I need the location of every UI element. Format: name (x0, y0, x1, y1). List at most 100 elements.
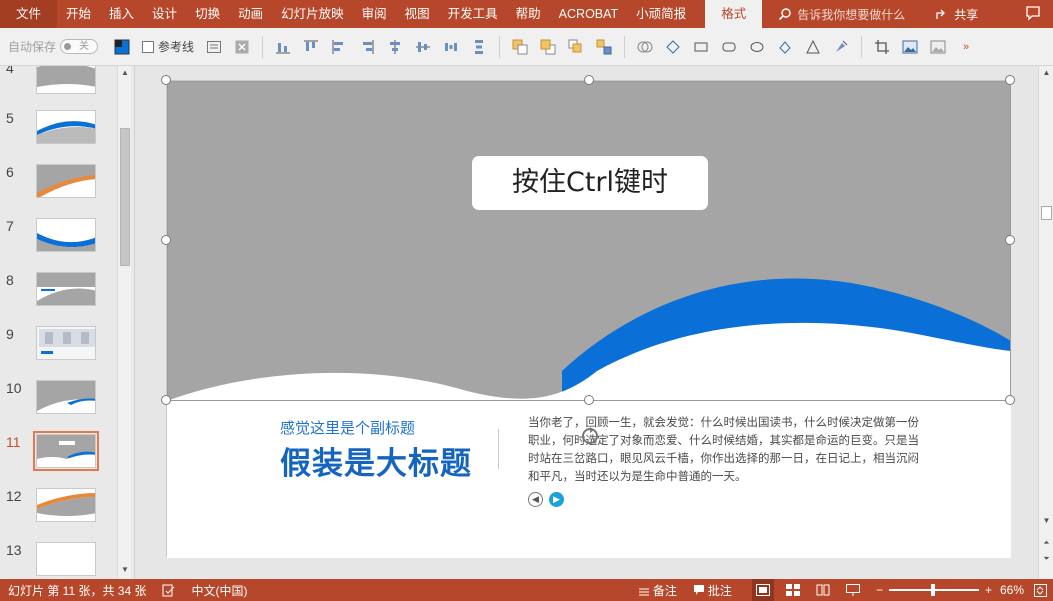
oval-button[interactable] (747, 37, 767, 57)
scroll-thumb[interactable] (1041, 206, 1052, 220)
thumbnail-slide-9[interactable]: 9 (0, 326, 115, 380)
spelling-icon[interactable] (162, 584, 175, 597)
notes-button[interactable]: 备注 (638, 582, 677, 599)
format-painter-button[interactable] (831, 37, 851, 57)
resize-handle[interactable] (1005, 395, 1015, 405)
tab-slideshow[interactable]: 幻灯片放映 (272, 0, 353, 28)
slideshow-button[interactable] (842, 579, 864, 601)
selection-pane-button[interactable] (204, 37, 224, 57)
distribute-v-button[interactable] (469, 37, 489, 57)
align-left-button[interactable] (329, 37, 349, 57)
resize-handle[interactable] (584, 395, 594, 405)
resize-handle[interactable] (1005, 75, 1015, 85)
shape-fill-button[interactable] (775, 37, 795, 57)
theme-color-button[interactable] (112, 37, 132, 57)
close-box-button[interactable] (232, 37, 252, 57)
reading-view-button[interactable] (812, 579, 834, 601)
crop-button[interactable] (872, 37, 892, 57)
slide-title[interactable]: 假装是大标题 (280, 438, 472, 483)
thumbnail-image (36, 272, 96, 306)
edit-shape-button[interactable] (663, 37, 683, 57)
zoom-in-button[interactable]: + (985, 583, 992, 597)
next-arrow-icon[interactable]: ▶ (549, 492, 564, 507)
thumbnail-scrollbar[interactable]: ▲ ▼ (117, 66, 131, 579)
pane-icon (207, 40, 222, 53)
sorter-view-button[interactable] (782, 579, 804, 601)
tab-insert[interactable]: 插入 (100, 0, 143, 28)
resize-handle[interactable] (161, 395, 171, 405)
fit-slide-button[interactable] (1034, 583, 1047, 597)
share-button[interactable]: 共享 (935, 6, 978, 23)
zoom-level[interactable]: 66% (1000, 583, 1024, 597)
prev-arrow-icon[interactable]: ◀ (528, 492, 543, 507)
align-bottom-button[interactable] (273, 37, 293, 57)
thumbnail-slide-12[interactable]: 12 (0, 488, 115, 542)
align-right-button[interactable] (357, 37, 377, 57)
more-button[interactable]: » (956, 37, 976, 57)
thumbnail-slide-6[interactable]: 6 (0, 164, 115, 218)
tab-view[interactable]: 视图 (396, 0, 439, 28)
tab-design[interactable]: 设计 (143, 0, 186, 28)
rounded-rect-button[interactable] (719, 37, 739, 57)
scroll-up-icon[interactable]: ▲ (1039, 66, 1053, 80)
align-middle-button[interactable] (413, 37, 433, 57)
bring-to-front-button[interactable] (566, 37, 586, 57)
tab-file[interactable]: 文件 (0, 0, 58, 28)
next-slide-icon[interactable]: ⏷ (1039, 552, 1053, 566)
thumbnail-slide-4[interactable]: 4 (0, 66, 115, 114)
separator (861, 35, 863, 58)
resize-handle[interactable] (161, 235, 171, 245)
gridline-checkbox[interactable]: 参考线 (142, 38, 194, 55)
bring-forward-button[interactable] (510, 37, 530, 57)
tab-developer[interactable]: 开发工具 (439, 0, 507, 28)
current-slide[interactable]: 按住Ctrl键时 感觉这里是个副标题 假装是大标题 当你老了，回顾一生，就会发觉… (161, 75, 1015, 558)
align-center-button[interactable] (385, 37, 405, 57)
rectangle-button[interactable] (691, 37, 711, 57)
tell-me-search[interactable]: 告诉我你想要做什么 (778, 6, 905, 23)
scroll-down-icon[interactable]: ▼ (1039, 514, 1053, 528)
distribute-h-button[interactable] (441, 37, 461, 57)
comments-status-button[interactable]: 批注 (693, 582, 732, 599)
slide-subtitle[interactable]: 感觉这里是个副标题 (280, 417, 415, 438)
thumbnail-slide-13[interactable]: 13 (0, 542, 115, 579)
zoom-out-button[interactable]: − (876, 583, 883, 597)
tab-animations[interactable]: 动画 (229, 0, 272, 28)
shape-effects-button[interactable] (803, 37, 823, 57)
language-indicator[interactable]: 中文(中国) (191, 582, 247, 599)
resize-handle[interactable] (161, 75, 171, 85)
scroll-down-icon[interactable]: ▼ (118, 563, 132, 577)
tab-format[interactable]: 格式 (705, 0, 763, 28)
picture-effects-button[interactable] (928, 37, 948, 57)
zoom-knob[interactable] (930, 584, 935, 596)
canvas-scrollbar[interactable]: ▲ ▼ ⏶ ⏷ (1038, 66, 1053, 579)
tab-help[interactable]: 帮助 (507, 0, 550, 28)
thumbnail-slide-5[interactable]: 5 (0, 110, 115, 164)
scroll-thumb[interactable] (120, 128, 130, 266)
autosave-toggle[interactable]: 关 (60, 39, 99, 54)
comments-button[interactable] (1025, 5, 1041, 24)
send-backward-button[interactable] (538, 37, 558, 57)
tab-review[interactable]: 审阅 (353, 0, 396, 28)
normal-view-button[interactable] (751, 579, 774, 601)
tab-acrobat[interactable]: ACROBAT (550, 0, 628, 28)
ribbon-tab-bar: 文件 开始 插入 设计 切换 动画 幻灯片放映 审阅 视图 开发工具 帮助 AC… (0, 0, 1053, 28)
resize-handle[interactable] (584, 75, 594, 85)
picture-button[interactable] (900, 37, 920, 57)
thumbnail-slide-10[interactable]: 10 (0, 380, 115, 434)
status-bar: 幻灯片 第 11 张，共 34 张 中文(中国) 备注 批注 − + 66% (0, 579, 1053, 601)
thumbnail-slide-11[interactable]: 11 (0, 431, 115, 488)
thumbnail-slide-7[interactable]: 7 (0, 218, 115, 272)
group-button[interactable] (594, 37, 614, 57)
prev-slide-icon[interactable]: ⏶ (1039, 536, 1053, 550)
tab-home[interactable]: 开始 (57, 0, 100, 28)
thumbnail-slide-8[interactable]: 8 (0, 272, 115, 326)
ctrl-textbox[interactable]: 按住Ctrl键时 (472, 156, 708, 210)
align-top-button[interactable] (301, 37, 321, 57)
tab-transitions[interactable]: 切换 (186, 0, 229, 28)
scroll-up-icon[interactable]: ▲ (118, 66, 132, 80)
zoom-slider[interactable] (888, 584, 979, 596)
send-backward-icon (540, 39, 556, 54)
merge-shapes-button[interactable] (635, 37, 655, 57)
tab-xiaowan[interactable]: 小顽简报 (627, 0, 695, 28)
resize-handle[interactable] (1005, 235, 1015, 245)
